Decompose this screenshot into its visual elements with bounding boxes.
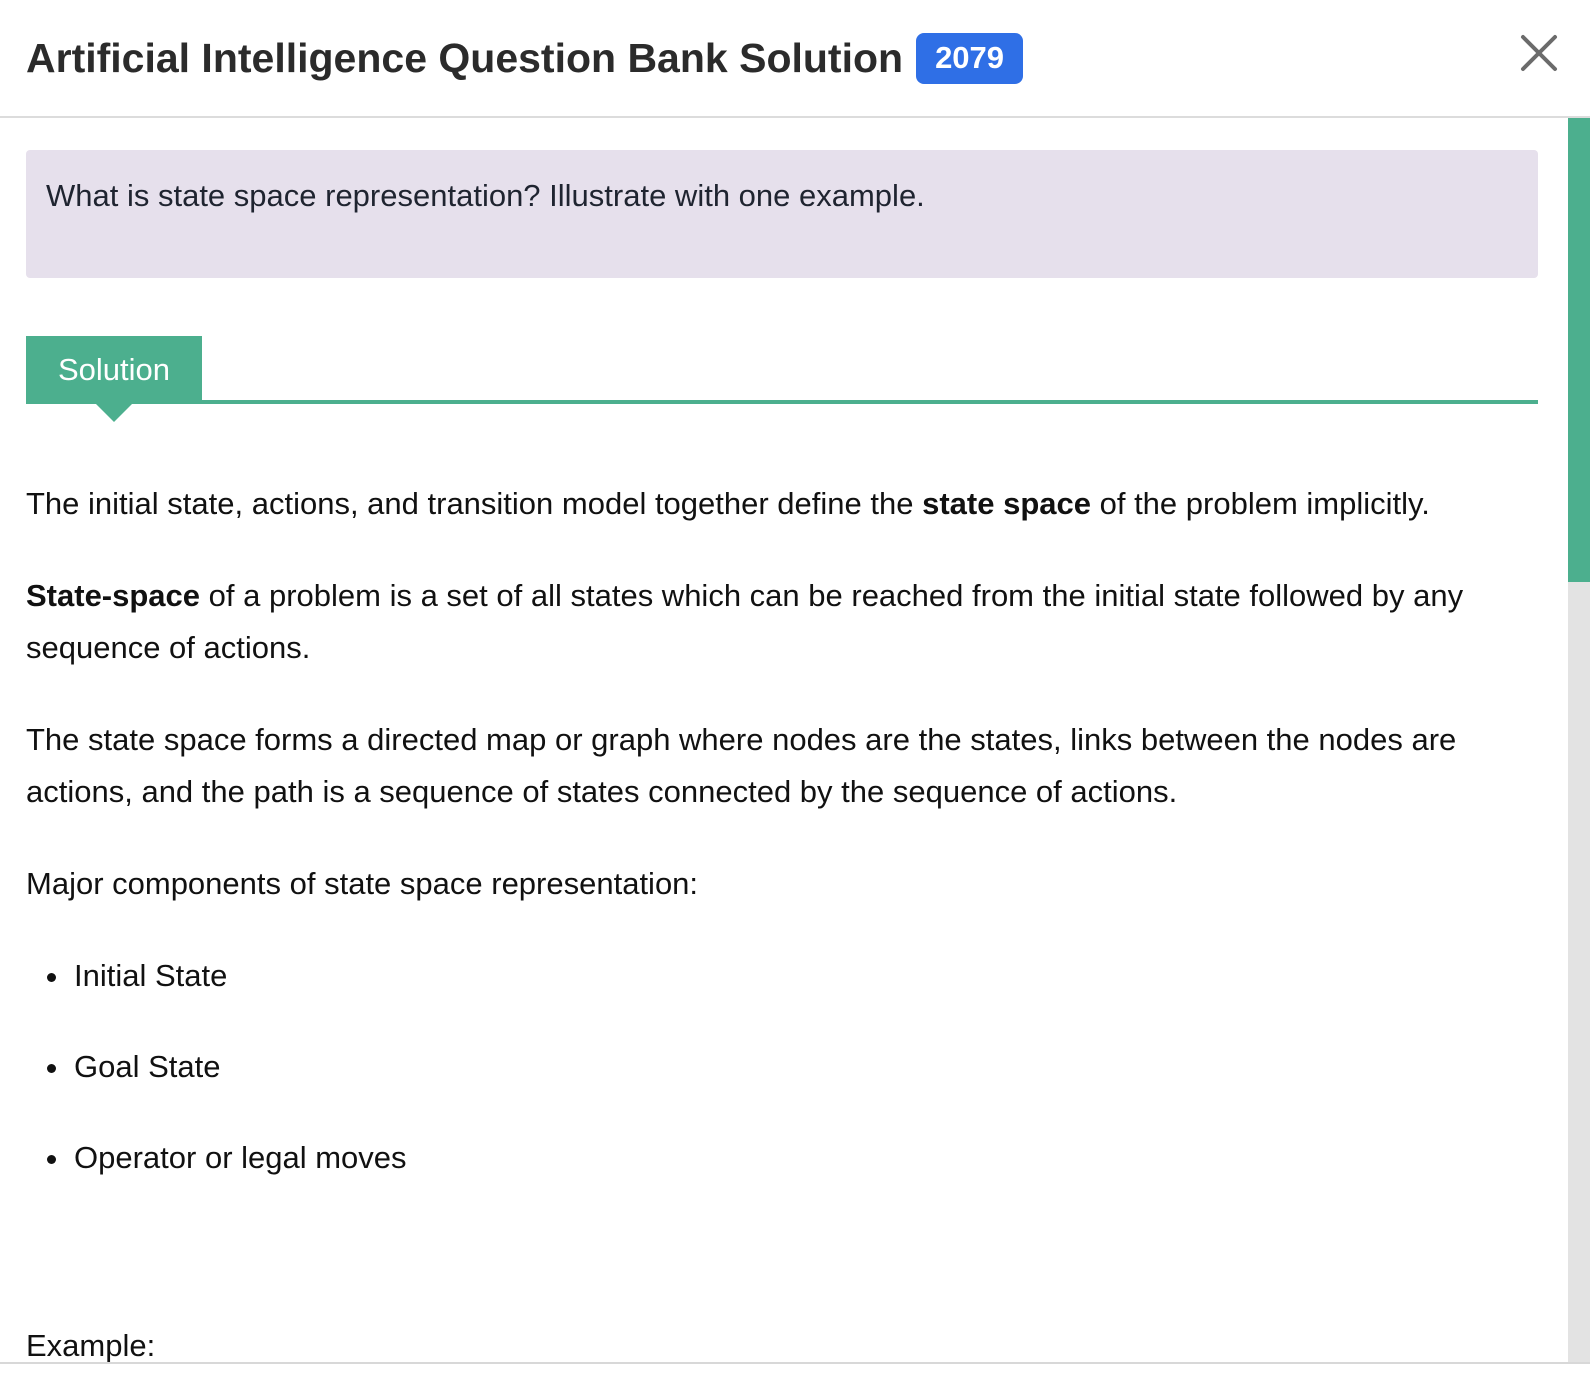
close-button[interactable] [1520, 34, 1558, 72]
bold-term: State-space [26, 578, 201, 613]
list-item: Operator or legal moves [26, 1132, 1546, 1184]
paragraph-text: of the problem implicitly. [1090, 486, 1430, 521]
modal-body[interactable]: What is state space representation? Illu… [0, 118, 1568, 1362]
year-badge: 2079 [916, 32, 1024, 84]
solution-tab-bar: Solution [26, 336, 1538, 426]
example-heading: Example: [26, 1328, 156, 1362]
paragraph-state-space-reachable: State-space of a problem is a set of all… [26, 570, 1546, 674]
solution-content: The initial state, actions, and transiti… [26, 478, 1546, 1362]
components-list: Initial State Goal State Operator or leg… [26, 950, 1546, 1184]
scrollbar-track[interactable] [1568, 118, 1590, 1362]
tab-solution[interactable]: Solution [26, 336, 202, 404]
question-text: What is state space representation? Illu… [46, 178, 925, 213]
paragraph-directed-graph: The state space forms a directed map or … [26, 722, 1457, 809]
scrollbar-thumb[interactable] [1568, 118, 1590, 582]
tab-solution-label: Solution [57, 352, 171, 387]
modal-title: Artificial Intelligence Question Bank So… [26, 34, 904, 81]
paragraph-state-space-definition: The initial state, actions, and transiti… [26, 478, 1546, 530]
bottom-divider [0, 1362, 1590, 1364]
list-item: Initial State [26, 950, 1546, 1002]
list-item: Goal State [26, 1041, 1546, 1093]
bold-term: state space [922, 486, 1091, 521]
paragraph-text: The initial state, actions, and transiti… [26, 486, 923, 521]
paragraph-major-components: Major components of state space represen… [26, 866, 699, 901]
modal-header: Artificial Intelligence Question Bank So… [0, 0, 1590, 118]
tab-pointer-arrow [96, 404, 132, 422]
solution-divider [26, 400, 1538, 404]
solution-modal: Artificial Intelligence Question Bank So… [0, 0, 1590, 1378]
question-box: What is state space representation? Illu… [26, 150, 1538, 278]
paragraph-text: of a problem is a set of all states whic… [26, 578, 1464, 665]
close-icon [1521, 35, 1557, 71]
